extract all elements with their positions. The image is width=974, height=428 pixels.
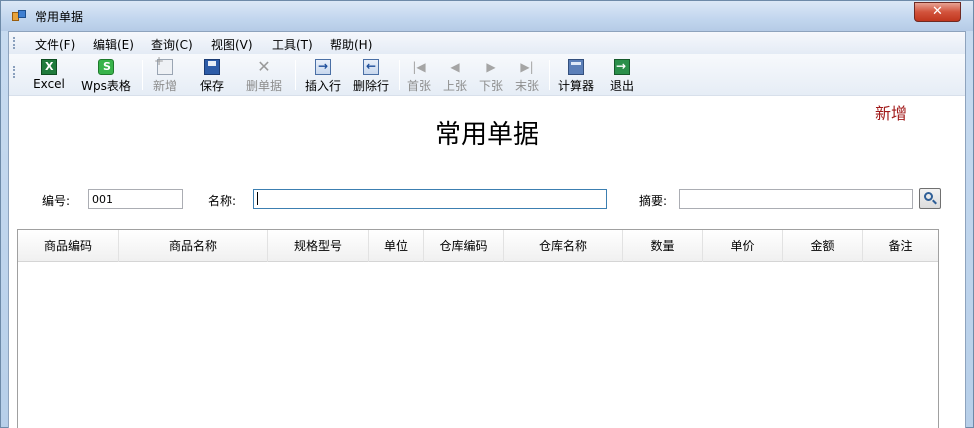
name-label: 名称:	[208, 194, 237, 208]
summary-label: 摘要:	[639, 194, 668, 208]
toolbar-separator	[549, 60, 550, 90]
text-caret	[257, 192, 258, 205]
menu-file[interactable]: 文件(F)	[35, 36, 75, 53]
insert-row-button[interactable]: 插入行	[301, 56, 345, 94]
first-label: 首张	[406, 79, 431, 93]
column-header-product-name[interactable]: 商品名称	[119, 230, 268, 262]
window-title: 常用单据	[35, 10, 84, 24]
wps-icon	[98, 59, 114, 75]
menu-help[interactable]: 帮助(H)	[330, 36, 372, 53]
last-icon: ▶|	[520, 60, 534, 74]
column-header-remark[interactable]: 备注	[863, 230, 938, 262]
excel-button[interactable]: Excel	[27, 56, 71, 94]
calculator-button[interactable]: 计算器	[554, 56, 598, 94]
next-icon: ▶	[486, 60, 496, 74]
items-grid[interactable]: 商品编码 商品名称 规格型号 单位 仓库编码 仓库名称 数量 单价 金额 备注	[17, 229, 939, 428]
toolbar-separator	[399, 60, 400, 90]
app-window: 常用单据 ✕ 文件(F) 编辑(E) 查询(C) 视图(V) 工具(T) 帮助(…	[0, 0, 974, 428]
summary-field[interactable]	[679, 189, 913, 209]
number-label: 编号:	[42, 194, 71, 208]
insert-row-icon	[315, 59, 331, 75]
new-button[interactable]: 新增	[148, 54, 182, 94]
toolbar-separator	[142, 60, 143, 90]
menu-query[interactable]: 查询(C)	[151, 36, 193, 53]
title-bar: 常用单据 ✕	[1, 1, 973, 31]
new-label: 新增	[152, 79, 177, 93]
calculator-icon	[568, 59, 584, 75]
search-button[interactable]	[919, 188, 941, 209]
last-label: 末张	[514, 79, 539, 93]
exit-button[interactable]: 退出	[605, 56, 639, 94]
save-button[interactable]: 保存	[195, 56, 229, 94]
delete-row-button[interactable]: 删除行	[349, 56, 393, 94]
first-icon: |◀	[412, 60, 426, 74]
prev-icon: ◀	[450, 60, 460, 74]
delete-row-icon	[363, 59, 379, 75]
next-label: 下张	[478, 79, 503, 93]
last-record-button[interactable]: ▶| 末张	[511, 56, 543, 94]
first-record-button[interactable]: |◀ 首张	[403, 56, 435, 94]
menu-view[interactable]: 视图(V)	[211, 36, 253, 53]
column-header-amount[interactable]: 金额	[783, 230, 863, 262]
prev-record-button[interactable]: ◀ 上张	[439, 56, 471, 94]
delete-doc-button[interactable]: ✕ 删单据	[242, 56, 286, 94]
menu-tools[interactable]: 工具(T)	[272, 36, 313, 53]
next-record-button[interactable]: ▶ 下张	[475, 56, 507, 94]
name-field[interactable]	[253, 189, 607, 209]
delete-doc-label: 删单据	[245, 79, 282, 93]
close-button[interactable]: ✕	[914, 2, 961, 22]
prev-label: 上张	[442, 79, 467, 93]
save-label: 保存	[199, 79, 224, 93]
delete-row-label: 删除行	[352, 79, 389, 93]
delete-icon: ✕	[257, 57, 271, 76]
toolbar: Excel Wps表格 新增 保存 ✕ 删单据 插入行	[9, 54, 965, 96]
app-icon	[12, 10, 26, 22]
wps-button[interactable]: Wps表格	[77, 56, 135, 94]
menu-edit[interactable]: 编辑(E)	[93, 36, 134, 53]
save-icon	[204, 59, 220, 75]
menu-grip	[13, 37, 15, 49]
insert-row-label: 插入行	[304, 79, 341, 93]
column-header-quantity[interactable]: 数量	[623, 230, 703, 262]
grid-header: 商品编码 商品名称 规格型号 单位 仓库编码 仓库名称 数量 单价 金额 备注	[18, 230, 938, 262]
column-header-warehouse-name[interactable]: 仓库名称	[504, 230, 623, 262]
calculator-label: 计算器	[557, 79, 594, 93]
column-header-unit[interactable]: 单位	[369, 230, 424, 262]
menu-bar: 文件(F) 编辑(E) 查询(C) 视图(V) 工具(T) 帮助(H)	[9, 32, 965, 54]
number-field[interactable]	[88, 189, 183, 209]
client-area: 文件(F) 编辑(E) 查询(C) 视图(V) 工具(T) 帮助(H) Exce…	[8, 31, 966, 428]
column-header-unit-price[interactable]: 单价	[703, 230, 783, 262]
wps-label: Wps表格	[81, 79, 131, 93]
column-header-warehouse-code[interactable]: 仓库编码	[424, 230, 504, 262]
toolbar-grip	[13, 66, 15, 78]
toolbar-separator	[295, 60, 296, 90]
exit-label: 退出	[609, 79, 634, 93]
column-header-spec[interactable]: 规格型号	[268, 230, 369, 262]
page-title: 常用单据	[434, 120, 539, 150]
excel-icon	[41, 59, 57, 75]
exit-icon	[614, 59, 630, 75]
new-icon	[154, 54, 173, 75]
column-header-product-code[interactable]: 商品编码	[18, 230, 119, 262]
close-icon: ✕	[932, 4, 943, 19]
excel-label: Excel	[33, 77, 65, 91]
